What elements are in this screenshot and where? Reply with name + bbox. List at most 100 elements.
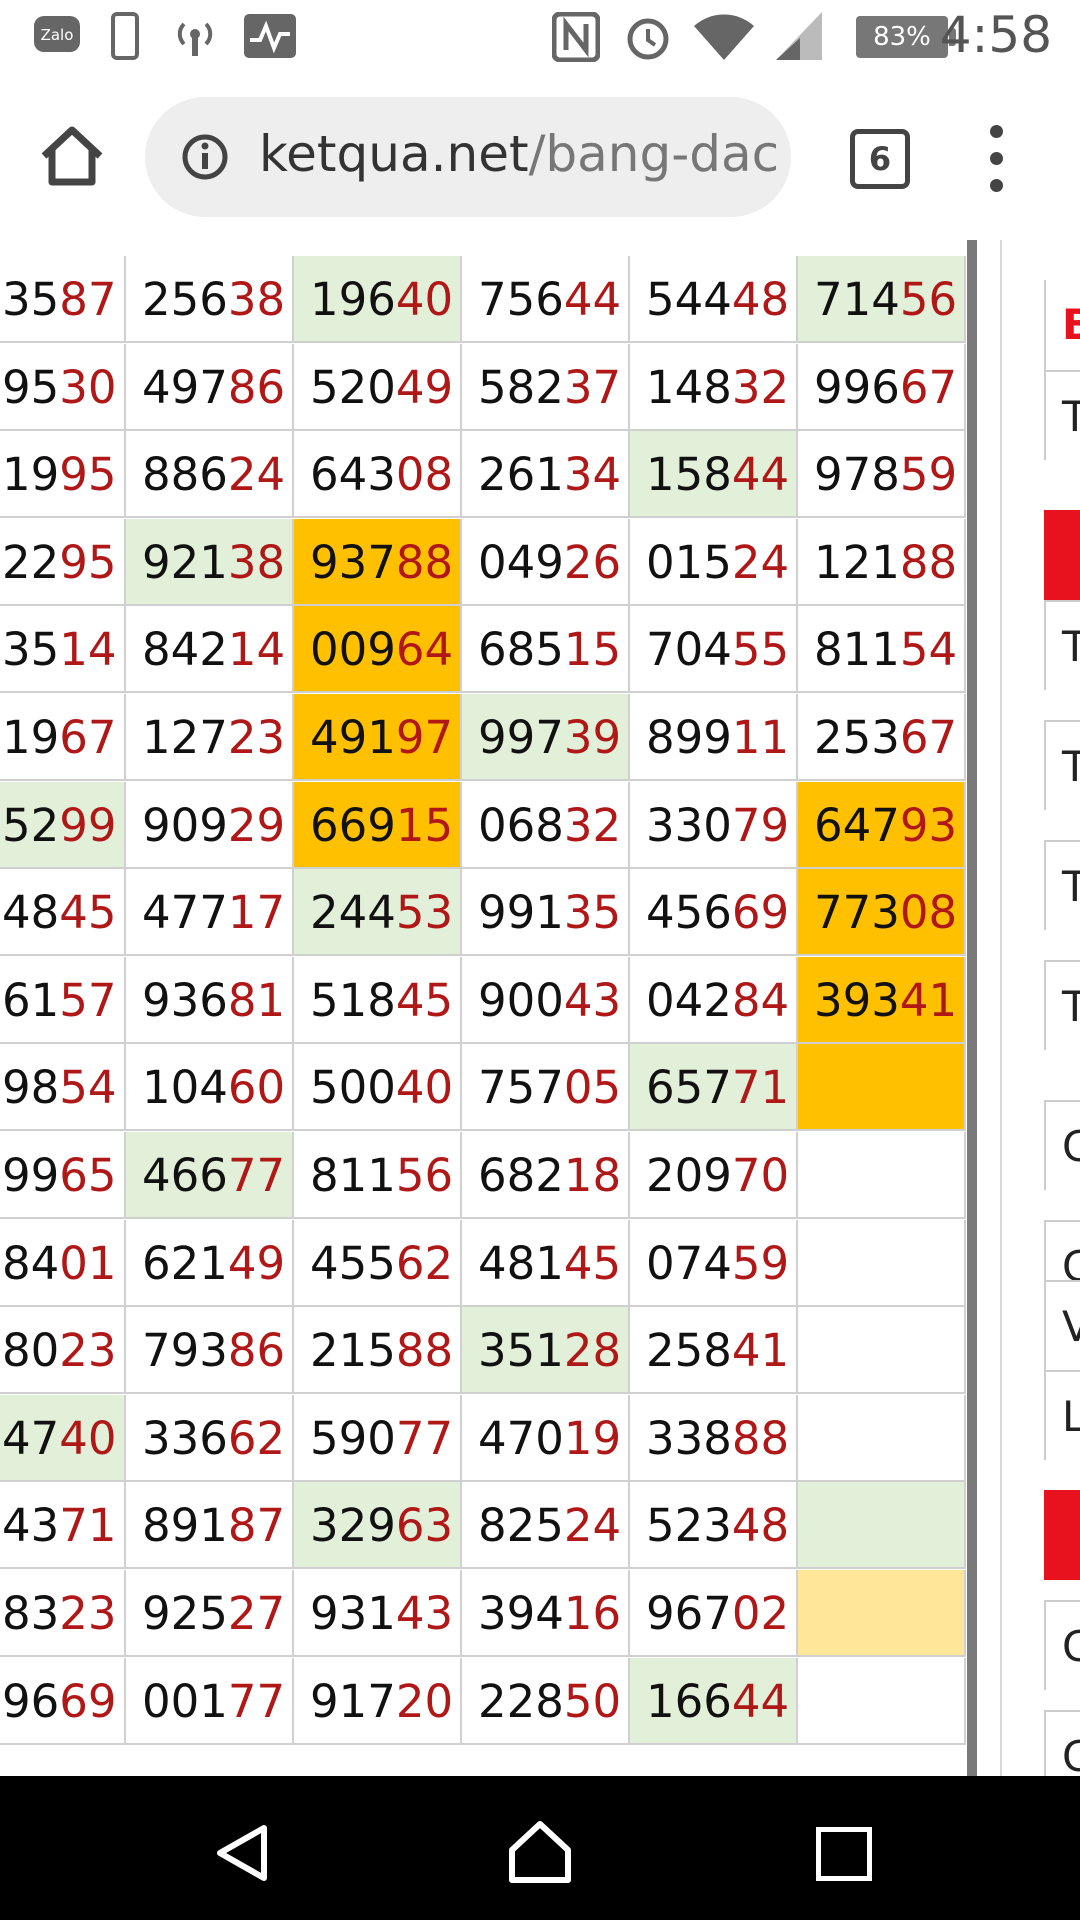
cell-tail-digits: 19 xyxy=(563,1411,622,1465)
cell-head-digits: 936 xyxy=(142,973,228,1027)
cell-head-digits: 520 xyxy=(310,360,396,414)
cell-head-digits: 991 xyxy=(478,886,564,940)
cell-head-digits: 811 xyxy=(814,623,900,677)
cell-tail-digits: 44 xyxy=(563,273,622,326)
table-cell: 75705 xyxy=(462,1044,630,1132)
table-cell: 50040 xyxy=(294,1044,462,1132)
cell-tail-digits: 56 xyxy=(899,273,958,326)
status-bar: Zalo 83% 4:58 xyxy=(0,0,1080,75)
cell-head-digits: 682 xyxy=(478,1149,564,1202)
cell-head-digits: 842 xyxy=(142,623,228,677)
sidebar-header-bar xyxy=(1044,1490,1080,1580)
sidebar-item[interactable]: T xyxy=(1044,960,1080,1050)
cell-head-digits: 84 xyxy=(2,1236,60,1290)
url-bar[interactable]: ketqua.net/bang-dac xyxy=(145,97,791,217)
table-cell: 01524 xyxy=(630,518,798,606)
table-cell: 90929 xyxy=(126,781,294,869)
cell-tail-digits: 24 xyxy=(731,535,790,589)
sidebar-item[interactable]: C xyxy=(1044,1100,1080,1190)
table-cell: 2295 xyxy=(0,518,126,606)
table-cell: 04284 xyxy=(630,956,798,1044)
cell-tail-digits: 45 xyxy=(395,973,454,1027)
nfc-icon xyxy=(552,12,600,62)
table-cell: 91720 xyxy=(294,1657,462,1745)
table-cell: 52049 xyxy=(294,343,462,431)
sidebar-item[interactable]: C xyxy=(1044,1600,1080,1690)
recent-apps-icon[interactable] xyxy=(816,1827,872,1881)
sidebar-item[interactable]: V xyxy=(1044,1280,1080,1370)
sidebar-item[interactable]: B xyxy=(1044,280,1080,370)
table-cell: 96702 xyxy=(630,1570,798,1657)
table-cell: 93143 xyxy=(294,1570,462,1657)
zalo-icon: Zalo xyxy=(34,16,80,52)
cell-head-digits: 518 xyxy=(310,973,396,1027)
cell-tail-digits: 15 xyxy=(563,623,622,677)
table-cell: 10460 xyxy=(126,1044,294,1132)
cell-tail-digits: 88 xyxy=(731,1411,790,1465)
sidebar-item[interactable]: T xyxy=(1044,600,1080,690)
table-scrollbar[interactable] xyxy=(967,240,977,1776)
cell-tail-digits: 24 xyxy=(563,1499,622,1553)
cell-tail-digits: 71 xyxy=(59,1499,117,1553)
cell-tail-digits: 23 xyxy=(59,1324,117,1378)
cell-tail-digits: 49 xyxy=(227,1236,286,1290)
cell-tail-digits: 34 xyxy=(563,448,622,502)
cell-head-digits: 127 xyxy=(142,711,228,764)
cell-head-digits: 685 xyxy=(478,623,564,677)
sidebar-item[interactable]: T xyxy=(1044,370,1080,460)
cell-tail-digits: 57 xyxy=(59,973,117,1027)
sidebar-item[interactable]: L xyxy=(1044,1370,1080,1460)
table-cell: 77308 xyxy=(798,869,966,957)
cell-head-digits: 704 xyxy=(646,623,732,677)
table-cell: 25367 xyxy=(798,694,966,781)
cell-tail-digits: 30 xyxy=(59,360,117,414)
table-cell: 35128 xyxy=(462,1307,630,1395)
cell-tail-digits: 84 xyxy=(731,973,790,1027)
sidebar-item[interactable]: C xyxy=(1044,1710,1080,1776)
info-icon[interactable] xyxy=(181,133,229,181)
url-text[interactable]: ketqua.net/bang-dac xyxy=(259,125,779,183)
sidebar-item[interactable]: T xyxy=(1044,840,1080,930)
navigation-bar xyxy=(0,1776,1080,1920)
cell-tail-digits: 87 xyxy=(59,273,117,326)
cell-head-digits: 19 xyxy=(2,448,60,502)
table-cell: 22850 xyxy=(462,1657,630,1745)
cell-tail-digits: 08 xyxy=(395,448,454,502)
cell-tail-digits: 54 xyxy=(59,1061,117,1115)
table-cell: 6157 xyxy=(0,956,126,1044)
cell-tail-digits: 65 xyxy=(59,1149,117,1202)
nav-home-icon[interactable] xyxy=(508,1820,572,1884)
cell-tail-digits: 44 xyxy=(731,448,790,502)
table-cell: 93788 xyxy=(294,518,462,606)
table-cell: 8023 xyxy=(0,1307,126,1395)
cell-tail-digits: 38 xyxy=(227,535,286,589)
cell-head-digits: 773 xyxy=(814,886,900,940)
tab-switcher-button[interactable]: 6 xyxy=(850,129,910,189)
table-cell: 66915 xyxy=(294,781,462,869)
table-cell: 59077 xyxy=(294,1394,462,1482)
cell-head-digits: 351 xyxy=(478,1324,564,1378)
cell-tail-digits: 99 xyxy=(59,798,117,852)
cell-head-digits: 500 xyxy=(310,1061,396,1115)
table-cell: 68218 xyxy=(462,1132,630,1219)
cell-tail-digits: 88 xyxy=(899,535,958,589)
cell-head-digits: 967 xyxy=(646,1587,732,1640)
cell-head-digits: 43 xyxy=(2,1499,60,1553)
back-icon[interactable] xyxy=(214,1824,270,1882)
cell-head-digits: 582 xyxy=(478,360,564,414)
table-cell: 32963 xyxy=(294,1482,462,1570)
cell-tail-digits: 45 xyxy=(563,1236,622,1290)
page-content[interactable]: 3587 25638 19640 75644 54448 71456 9530 49786 52… xyxy=(0,240,1080,1776)
cell-head-digits: 931 xyxy=(310,1587,396,1640)
signal-icon xyxy=(776,12,822,60)
table-cell xyxy=(798,1657,966,1745)
table-cell: 15844 xyxy=(630,431,798,519)
phone-icon xyxy=(111,12,139,60)
home-icon[interactable] xyxy=(36,120,108,192)
table-cell: 58237 xyxy=(462,343,630,431)
menu-more-icon[interactable] xyxy=(984,125,1008,195)
cell-head-digits: 96 xyxy=(2,1674,60,1728)
sidebar-item[interactable]: T xyxy=(1044,720,1080,810)
cell-head-digits: 215 xyxy=(310,1324,396,1378)
cell-head-digits: 647 xyxy=(814,798,900,852)
